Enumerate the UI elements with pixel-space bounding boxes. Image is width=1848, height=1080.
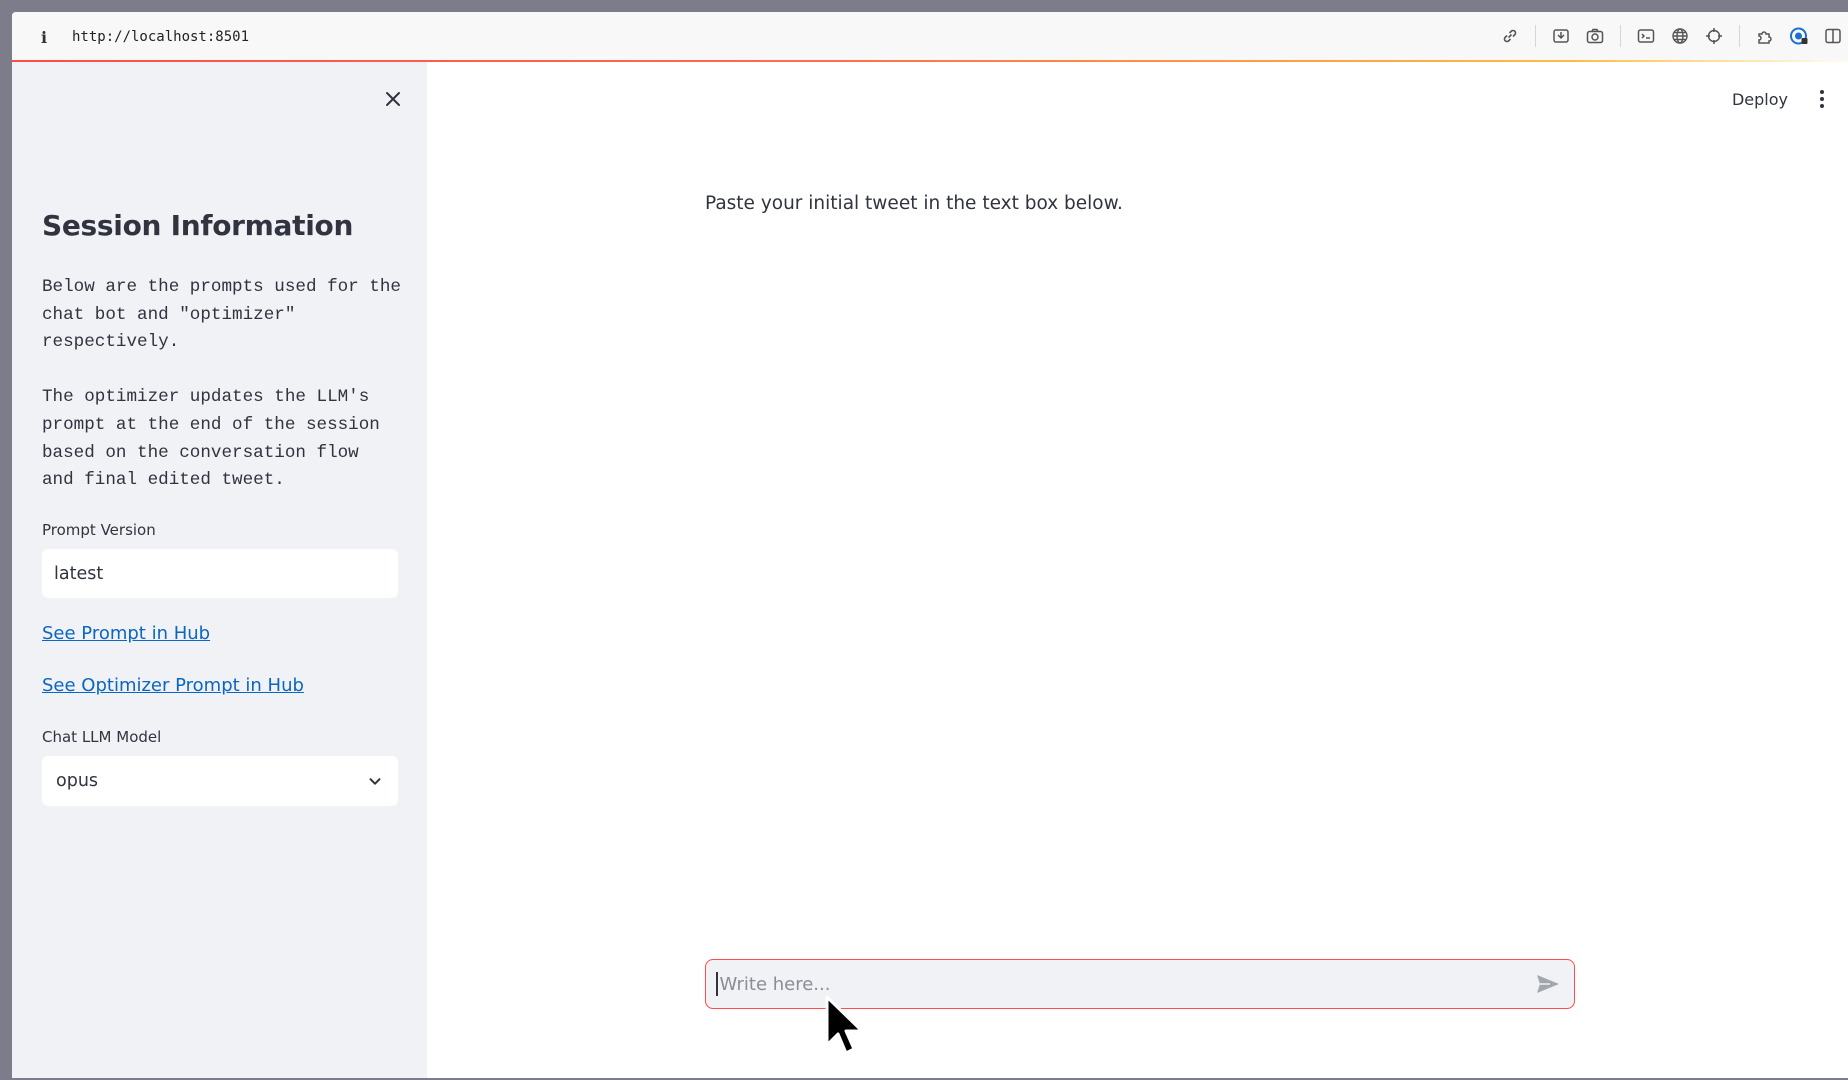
sidebar-title: Session Information <box>42 209 354 242</box>
camera-icon[interactable] <box>1584 25 1606 47</box>
prompt-version-value: latest <box>54 563 104 584</box>
close-sidebar-button[interactable] <box>382 88 404 110</box>
chat-model-label: Chat LLM Model <box>42 728 162 746</box>
crosshair-icon[interactable] <box>1703 25 1725 47</box>
terminal-icon[interactable] <box>1635 25 1657 47</box>
link-icon[interactable] <box>1499 25 1521 47</box>
text-caret <box>716 972 718 996</box>
more-vertical-icon <box>1820 90 1824 108</box>
see-prompt-link[interactable]: See Prompt in Hub <box>42 623 210 644</box>
close-icon <box>386 92 400 106</box>
browser-window: i http://localhost:8501 Session Informat… <box>12 12 1848 1078</box>
sidebar: Session Information Below are the prompt… <box>12 62 427 1078</box>
browser-tools <box>1487 12 1848 60</box>
prompt-version-label: Prompt Version <box>42 521 156 539</box>
globe-icon[interactable] <box>1669 25 1691 47</box>
split-view-icon[interactable] <box>1822 25 1844 47</box>
chat-model-value: opus <box>56 771 99 791</box>
account-icon[interactable] <box>1788 25 1810 47</box>
deploy-button[interactable]: Deploy <box>1732 90 1788 109</box>
see-optimizer-prompt-link[interactable]: See Optimizer Prompt in Hub <box>42 675 304 696</box>
sidebar-description: Below are the prompts used for the chat … <box>42 277 401 491</box>
toolbar-divider <box>1535 25 1536 47</box>
intro-text: Paste your initial tweet in the text box… <box>705 193 1123 214</box>
chevron-down-icon <box>369 778 381 785</box>
browser-toolbar: i http://localhost:8501 <box>12 12 1848 62</box>
main-content: Deploy Paste your initial tweet in the t… <box>427 62 1848 1078</box>
extensions-icon[interactable] <box>1754 25 1776 47</box>
prompt-version-input[interactable]: latest <box>42 549 398 598</box>
address-bar-url[interactable]: http://localhost:8501 <box>72 29 249 45</box>
send-icon <box>1537 975 1559 993</box>
save-page-icon[interactable] <box>1550 25 1572 47</box>
chat-model-select[interactable]: opus <box>42 756 398 806</box>
toolbar-divider <box>1620 25 1621 47</box>
toolbar-divider <box>1739 25 1740 47</box>
mouse-cursor-icon <box>825 995 864 1055</box>
info-icon[interactable]: i <box>34 28 54 47</box>
send-button[interactable] <box>1532 968 1564 1000</box>
main-menu-button[interactable] <box>1812 86 1832 112</box>
